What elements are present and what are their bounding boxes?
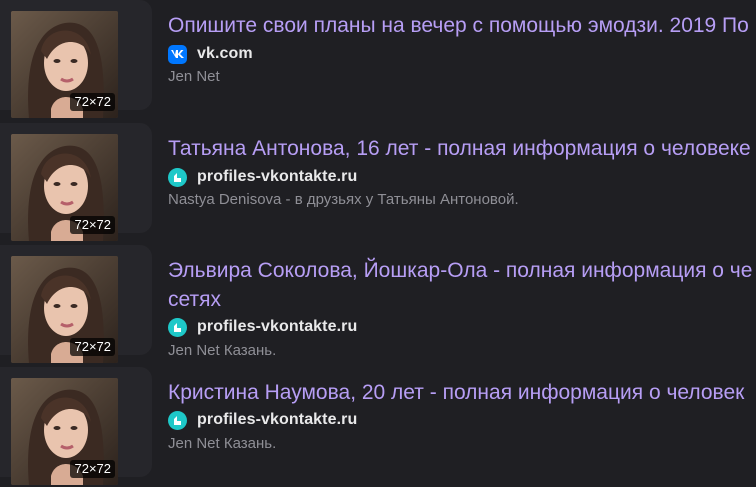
result-domain: profiles-vkontakte.ru [197, 411, 358, 428]
result-source-link[interactable]: vk.com [168, 44, 253, 64]
thumbnail-size-badge: 72×72 [70, 93, 115, 111]
result-title-link[interactable]: Опишите свои планы на вечер с помощью эм… [168, 11, 756, 40]
thumbnail-card[interactable]: 72×72 [0, 367, 152, 485]
thumbnail-card[interactable]: 72×72 [0, 123, 152, 241]
result-domain: profiles-vkontakte.ru [197, 318, 358, 335]
thumbnail-size-badge: 72×72 [70, 338, 115, 356]
result-snippet: Nastya Denisova - в друзьях у Татьяны Ан… [168, 191, 519, 208]
search-result: 72×72 Татьяна Антонова, 16 лет - полная … [0, 123, 756, 241]
search-result: 72×72 Опишите свои планы на вечер с помо… [0, 0, 756, 118]
thumbnail-image[interactable]: 72×72 [11, 11, 118, 118]
result-source-link[interactable]: profiles-vkontakte.ru [168, 410, 357, 430]
thumbnail-image[interactable]: 72×72 [11, 378, 118, 485]
vk-icon [168, 44, 187, 64]
result-domain: vk.com [197, 45, 253, 62]
result-snippet: Jen Net [168, 68, 220, 85]
result-title-link[interactable]: Татьяна Антонова, 16 лет - полная информ… [168, 134, 756, 163]
thumbnail-card[interactable]: 72×72 [0, 245, 152, 363]
thumbnail-size-badge: 72×72 [70, 216, 115, 234]
profiles-vkontakte-icon [168, 167, 187, 187]
result-snippet: Jen Net Казань. [168, 435, 277, 452]
result-source-link[interactable]: profiles-vkontakte.ru [168, 167, 357, 187]
thumbnail-image[interactable]: 72×72 [11, 134, 118, 241]
profiles-vkontakte-icon [168, 317, 187, 337]
profiles-vkontakte-icon [168, 410, 187, 430]
result-snippet: Jen Net Казань. [168, 342, 277, 359]
result-title-link[interactable]: Эльвира Соколова, Йошкар-Ола - полная ин… [168, 256, 756, 314]
thumbnail-card[interactable]: 72×72 [0, 0, 152, 118]
search-result: 72×72 Эльвира Соколова, Йошкар-Ола - пол… [0, 245, 756, 363]
search-results-list: 72×72 Опишите свои планы на вечер с помо… [0, 0, 756, 487]
thumbnail-size-badge: 72×72 [70, 460, 115, 478]
result-source-link[interactable]: profiles-vkontakte.ru [168, 317, 357, 337]
search-result: 72×72 Кристина Наумова, 20 лет - полная … [0, 367, 756, 485]
result-domain: profiles-vkontakte.ru [197, 168, 358, 185]
result-title-link[interactable]: Кристина Наумова, 20 лет - полная информ… [168, 378, 756, 407]
thumbnail-image[interactable]: 72×72 [11, 256, 118, 363]
